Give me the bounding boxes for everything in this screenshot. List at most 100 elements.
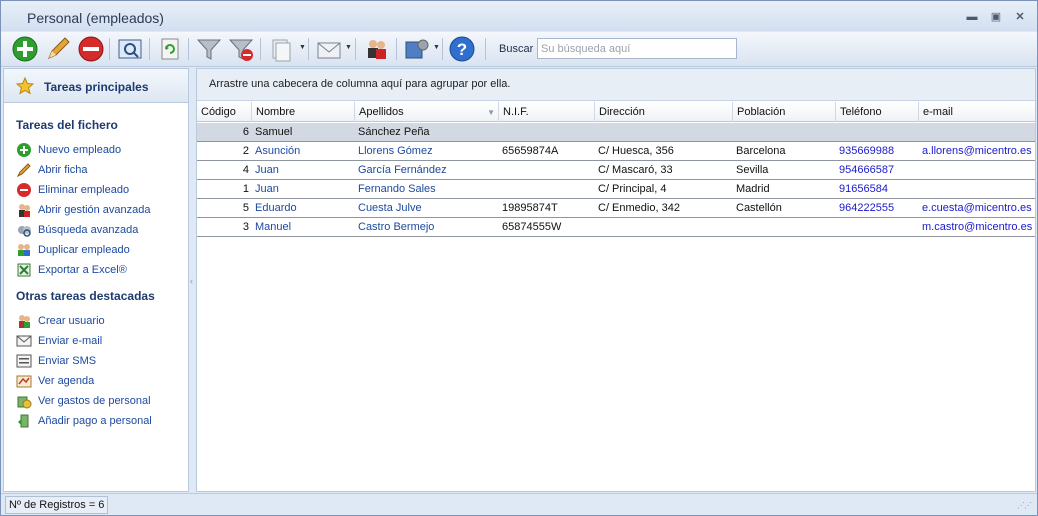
collapse-arrow-icon[interactable]: ‹ xyxy=(190,276,193,286)
employees-grid-panel: Arrastre una cabecera de columna aquí pa… xyxy=(196,68,1036,492)
refresh-icon[interactable] xyxy=(156,35,184,63)
table-row[interactable]: 1 Juan Fernando Sales C/ Principal, 4 Madrid… xyxy=(197,180,1035,199)
cell-name: Juan xyxy=(255,164,279,176)
cell-email: a.llorens@micentro.es xyxy=(922,145,1032,157)
cell-phone: 954666587 xyxy=(839,164,895,176)
sms-icon xyxy=(16,354,32,368)
cell-surname: García Fernández xyxy=(358,164,447,176)
col-header-code[interactable]: Código xyxy=(197,102,252,122)
edit-pencil-icon[interactable] xyxy=(44,35,72,63)
cell-address: C/ Huesca, 356 xyxy=(598,145,674,157)
search-input[interactable] xyxy=(537,38,737,59)
cell-surname: Sánchez Peña xyxy=(358,126,430,138)
cell-phone: 91656584 xyxy=(839,183,888,195)
table-row[interactable]: 6 Samuel Sánchez Peña xyxy=(197,123,1035,142)
copy-dropdown-icon[interactable]: ▼ xyxy=(299,44,306,51)
sidebar-item-export-excel[interactable]: Exportar a Excel® xyxy=(16,261,186,279)
col-header-email[interactable]: e-mail xyxy=(919,102,1035,122)
grid-header: Código Nombre Apellidos ▼ N.I.F. Direcció… xyxy=(197,102,1035,122)
section-file-tasks: Tareas del fichero xyxy=(16,118,118,132)
sidebar-header-label: Tareas principales xyxy=(44,80,149,94)
sidebar-header[interactable]: Tareas principales xyxy=(4,69,188,103)
sidebar-item-view-agenda[interactable]: Ver agenda xyxy=(16,372,186,390)
sidebar-item-delete-employee[interactable]: Eliminar empleado xyxy=(16,181,186,199)
cell-name: Juan xyxy=(255,183,279,195)
email-dropdown-icon[interactable]: ▼ xyxy=(345,44,352,51)
status-bar: Nº de Registros = 6 ⋰⋰ xyxy=(1,493,1037,515)
window-title: Personal (empleados) xyxy=(27,10,164,26)
section-other-tasks: Otras tareas destacadas xyxy=(16,289,155,303)
sidebar-item-new-employee[interactable]: Nuevo empleado xyxy=(16,141,186,159)
sidebar-item-add-payment[interactable]: Añadir pago a personal xyxy=(16,412,186,430)
sidebar-item-send-sms[interactable]: Enviar SMS xyxy=(16,352,186,370)
cell-code: 6 xyxy=(242,126,249,138)
tools-icon[interactable] xyxy=(403,35,431,63)
sidebar-item-advanced-management[interactable]: Abrir gestión avanzada xyxy=(16,201,186,219)
copy-icon[interactable] xyxy=(267,35,295,63)
user-icon xyxy=(19,315,30,328)
maximize-button[interactable]: ▣ xyxy=(989,11,1003,23)
col-header-name[interactable]: Nombre xyxy=(252,102,355,122)
col-header-surname[interactable]: Apellidos ▼ xyxy=(355,102,499,122)
cell-name: Samuel xyxy=(255,126,293,138)
title-bar: Personal (empleados) ▬ ▣ ✕ xyxy=(1,1,1037,31)
sidebar-item-open-record[interactable]: Abrir ficha xyxy=(16,161,186,179)
pencil-icon xyxy=(16,163,31,178)
cell-code: 4 xyxy=(242,164,249,176)
resize-grip-icon[interactable]: ⋰⋰ xyxy=(1017,501,1032,510)
toolbar: ▼ ▼ ▼ ? Buscar xyxy=(1,32,1037,67)
cell-name: Asunción xyxy=(255,145,301,157)
cell-city: Barcelona xyxy=(736,145,786,157)
add-icon[interactable] xyxy=(11,35,39,63)
sidebar-item-duplicate-employee[interactable]: Duplicar empleado xyxy=(16,241,186,259)
col-header-city[interactable]: Población xyxy=(733,102,836,122)
cell-address: C/ Mascaró, 33 xyxy=(598,164,673,176)
cell-surname: Cuesta Julve xyxy=(358,202,422,214)
cell-surname: Castro Bermejo xyxy=(358,221,435,233)
excel-icon xyxy=(17,263,31,277)
table-row[interactable]: 3 Manuel Castro Bermejo 65874555W m.castro@m… xyxy=(197,218,1035,237)
tools-dropdown-icon[interactable]: ▼ xyxy=(433,44,440,51)
cell-address: C/ Principal, 4 xyxy=(598,183,667,195)
cell-email: e.cuesta@micentro.es xyxy=(922,202,1032,214)
cell-phone: 935669988 xyxy=(839,145,895,157)
cell-surname: Fernando Sales xyxy=(358,183,436,195)
cell-code: 3 xyxy=(242,221,249,233)
col-header-phone[interactable]: Teléfono xyxy=(836,102,919,122)
email-icon xyxy=(16,335,32,347)
sidebar-item-create-user[interactable]: Crear usuario xyxy=(16,312,186,330)
duplicate-icon xyxy=(18,244,30,256)
cell-code: 1 xyxy=(242,183,249,195)
record-count: Nº de Registros = 6 xyxy=(5,496,109,514)
preview-icon[interactable] xyxy=(116,35,144,63)
table-row[interactable]: 5 Eduardo Cuesta Julve 19895874T C/ Enmedio,… xyxy=(197,199,1035,218)
group-hint: Arrastre una cabecera de columna aquí pa… xyxy=(209,78,511,90)
table-row[interactable]: 2 Asunción Llorens Gómez 65659874A C/ Huesca… xyxy=(197,142,1035,161)
users-icon xyxy=(19,204,30,217)
remove-filter-icon[interactable] xyxy=(227,35,255,63)
email-icon[interactable] xyxy=(315,35,343,63)
col-header-address[interactable]: Dirección xyxy=(595,102,733,122)
sort-down-icon: ▼ xyxy=(487,108,495,117)
minimize-button[interactable]: ▬ xyxy=(965,11,979,23)
add-icon xyxy=(17,143,31,157)
star-icon xyxy=(16,77,34,95)
cell-code: 5 xyxy=(242,202,249,214)
table-row[interactable]: 4 Juan García Fernández C/ Mascaró, 33 Sevil… xyxy=(197,161,1035,180)
sidebar-item-send-email[interactable]: Enviar e-mail xyxy=(16,332,186,350)
sidebar-item-view-expenses[interactable]: Ver gastos de personal xyxy=(16,392,186,410)
employees-window: Personal (empleados) ▬ ▣ ✕ ▼ ▼ ▼ ? Busca… xyxy=(0,0,1038,516)
cell-city: Sevilla xyxy=(736,164,769,176)
filter-icon[interactable] xyxy=(195,35,223,63)
users-icon[interactable] xyxy=(363,35,391,63)
cell-nif: 65874555W xyxy=(502,221,562,233)
sidebar-item-advanced-search[interactable]: Búsqueda avanzada xyxy=(16,221,186,239)
close-button[interactable]: ✕ xyxy=(1013,11,1027,23)
col-header-nif[interactable]: N.I.F. xyxy=(499,102,595,122)
group-by-area[interactable]: Arrastre una cabecera de columna aquí pa… xyxy=(197,69,1035,101)
cell-address: C/ Enmedio, 342 xyxy=(598,202,680,214)
cell-nif: 19895874T xyxy=(502,202,558,214)
help-icon[interactable]: ? xyxy=(448,35,476,63)
delete-icon[interactable] xyxy=(77,35,105,63)
svg-text:?: ? xyxy=(457,40,467,59)
